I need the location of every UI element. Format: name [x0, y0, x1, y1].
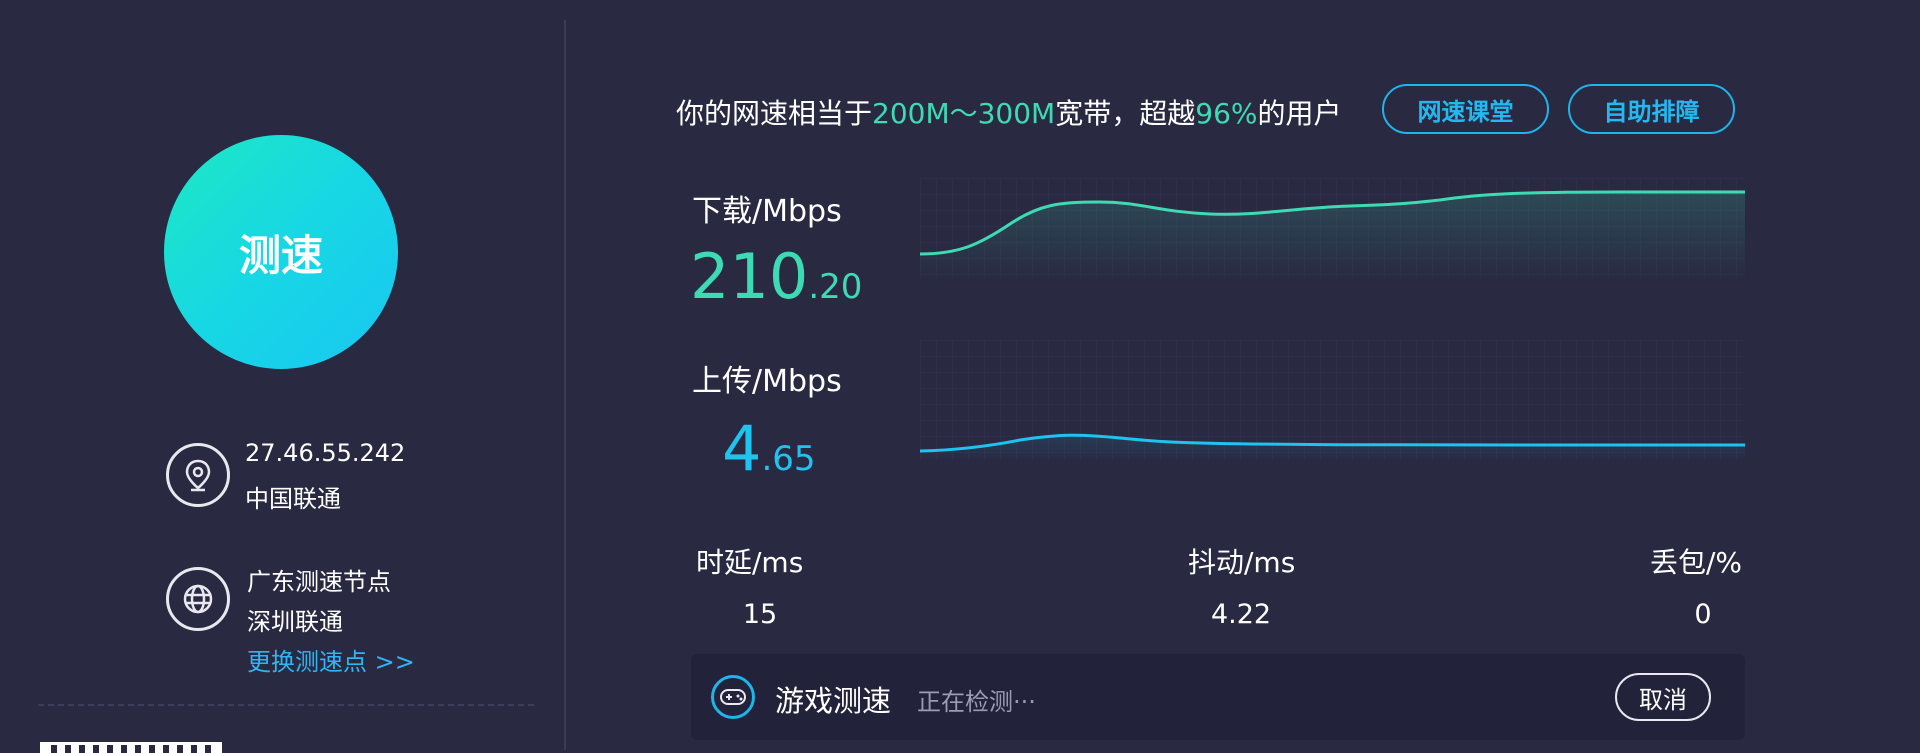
jitter-label: 抖动/ms: [1188, 546, 1296, 579]
globe-icon: [166, 567, 230, 631]
cancel-button[interactable]: 取消: [1615, 673, 1711, 721]
cancel-label: 取消: [1639, 685, 1687, 714]
location-pin-icon: [166, 443, 230, 507]
speed-summary: 你的网速相当于200M～300M宽带，超越96%的用户: [676, 92, 1342, 132]
change-node-link[interactable]: 更换测速点 >>: [247, 642, 415, 677]
isp-name: 中国联通: [245, 485, 341, 513]
speed-class-button[interactable]: 网速课堂: [1382, 84, 1549, 134]
start-button-label: 测速: [238, 230, 323, 280]
latency-value: 15: [742, 599, 778, 630]
panel-divider: [564, 20, 566, 750]
upload-value-int: 4: [722, 412, 762, 485]
summary-bandwidth: 200M～300M: [872, 97, 1056, 130]
game-test-title: 游戏测速: [775, 684, 892, 718]
ip-address: 27.46.55.242: [245, 439, 406, 467]
latency-label: 时延/ms: [696, 546, 804, 579]
summary-prefix: 你的网速相当于: [676, 97, 873, 130]
jitter-value: 4.22: [1210, 599, 1272, 630]
upload-value-dec: .65: [761, 439, 816, 479]
upload-chart: [920, 340, 1745, 460]
summary-percent: 96%: [1195, 97, 1258, 130]
download-value: 210.20: [690, 246, 862, 308]
upload-value: 4.65: [722, 418, 816, 480]
start-speed-test-button[interactable]: 测速: [164, 135, 398, 369]
left-divider: [38, 704, 534, 706]
packet-loss-value: 0: [1694, 599, 1712, 630]
speed-class-label: 网速课堂: [1417, 97, 1514, 126]
packet-loss-label: 丢包/%: [1650, 546, 1743, 579]
upload-label: 上传/Mbps: [692, 364, 842, 399]
download-label: 下载/Mbps: [692, 194, 842, 229]
summary-suffix: 的用户: [1257, 97, 1342, 130]
node-name: 广东测速节点: [247, 568, 391, 596]
download-value-int: 210: [690, 240, 809, 313]
self-troubleshoot-label: 自助排障: [1603, 97, 1700, 126]
self-troubleshoot-button[interactable]: 自助排障: [1568, 84, 1735, 134]
download-value-dec: .20: [808, 267, 863, 307]
summary-middle: 宽带，超越: [1055, 97, 1196, 130]
game-test-status: 正在检测···: [917, 688, 1036, 716]
gamepad-icon: [711, 675, 755, 719]
download-chart: [920, 178, 1745, 278]
qr-code-partial: [40, 742, 222, 753]
game-speed-test-bar: 游戏测速 正在检测··· 取消: [691, 654, 1745, 740]
node-location: 深圳联通: [247, 608, 343, 636]
